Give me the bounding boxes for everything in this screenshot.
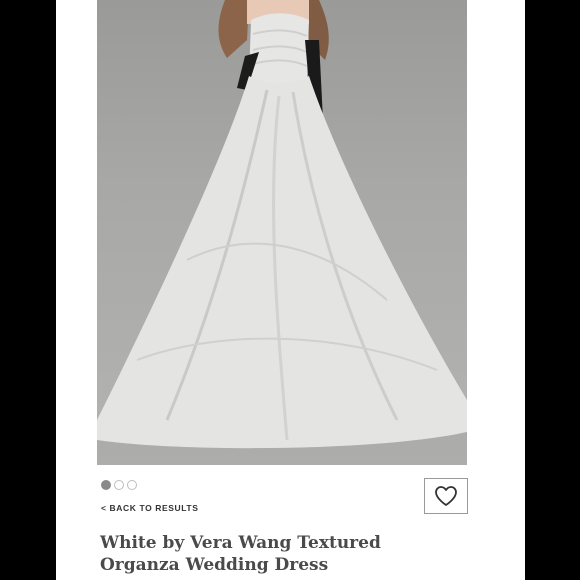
wishlist-button[interactable] [424,478,468,514]
gallery-dot-2[interactable] [114,480,124,490]
wedding-dress-photo [97,0,467,465]
product-card: < BACK TO RESULTS White by Vera Wang Tex… [56,0,525,580]
heart-outline-icon [435,486,457,506]
back-to-results-link[interactable]: < BACK TO RESULTS [101,503,199,513]
product-image[interactable] [97,0,467,465]
product-title: White by Vera Wang Textured Organza Wedd… [100,533,381,575]
gallery-dot-3[interactable] [127,480,137,490]
gallery-pagination [101,480,137,490]
gallery-dot-1[interactable] [101,480,111,490]
